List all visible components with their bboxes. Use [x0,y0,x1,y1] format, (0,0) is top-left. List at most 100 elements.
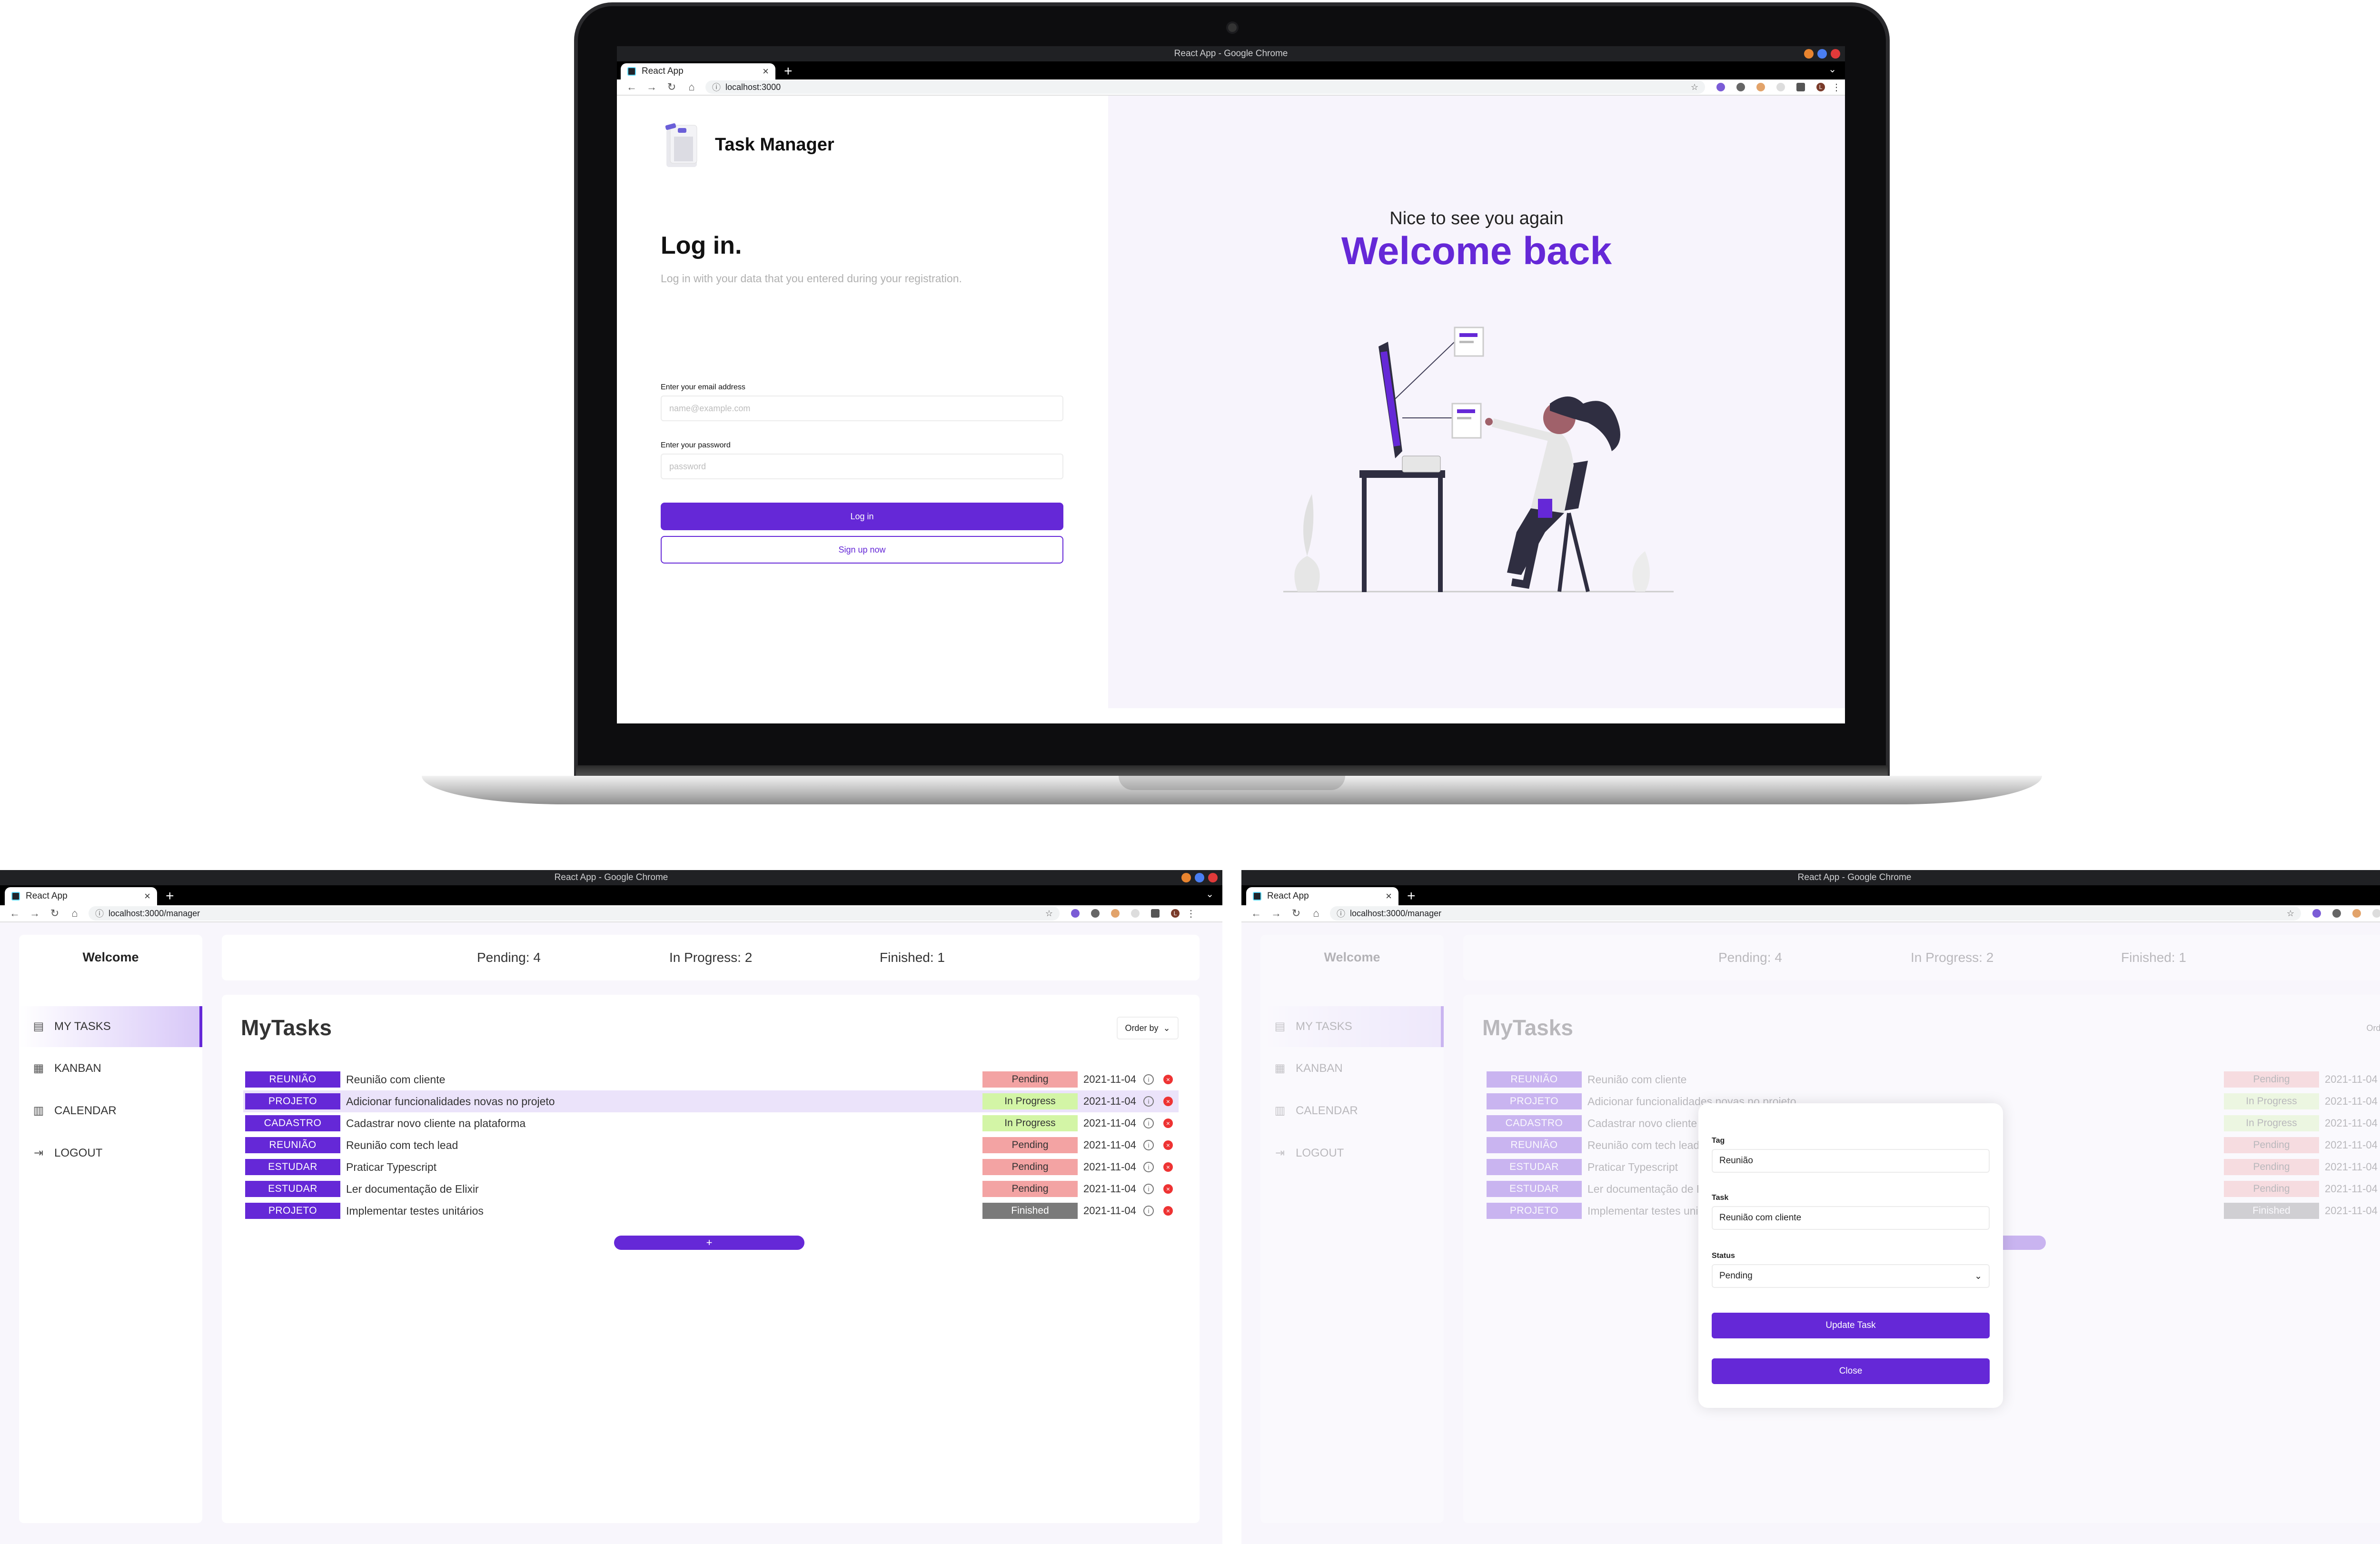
extension-icon[interactable] [1071,909,1080,918]
extension-icon[interactable] [1091,909,1100,918]
tag-field[interactable]: Reunião [1712,1149,1990,1173]
browser-menu-icon[interactable]: ⋮ [1186,908,1196,920]
sidebar-item-logout[interactable]: ⇥ LOGOUT [1260,1133,1444,1174]
task-row[interactable]: ESTUDAR Ler documentação de Elixir Pendi… [243,1178,1179,1200]
info-icon[interactable]: i [1143,1074,1154,1085]
info-icon[interactable]: i [1143,1118,1154,1128]
home-icon[interactable]: ⌂ [682,81,702,93]
sidebar-item-kanban[interactable]: ▦ KANBAN [19,1048,202,1089]
tab-close-icon[interactable]: × [144,890,150,902]
browser-tab[interactable]: React App × [621,63,775,79]
puzzle-icon[interactable] [1796,83,1805,91]
info-icon[interactable]: i [1143,1096,1154,1107]
sidebar-item-my-tasks[interactable]: ▤ MY TASKS [1260,1006,1444,1047]
delete-icon[interactable]: × [1163,1097,1173,1106]
minimize-button[interactable] [1804,49,1814,59]
task-row[interactable]: ESTUDAR Praticar Typescript Pending 2021… [243,1156,1179,1178]
extension-icon[interactable] [1131,909,1140,918]
forward-icon[interactable]: → [1266,907,1286,920]
login-button[interactable]: Log in [661,503,1063,530]
task-row[interactable]: REUNIÃO Reunião com tech lead Pending 20… [243,1134,1179,1156]
tab-close-icon[interactable]: × [763,65,769,78]
signup-button[interactable]: Sign up now [661,536,1063,564]
close-modal-button[interactable]: Close [1712,1358,1990,1384]
maximize-button[interactable] [1195,873,1204,882]
reload-icon[interactable]: ↻ [662,81,682,93]
close-window-button[interactable] [1208,873,1218,882]
forward-icon[interactable]: → [25,907,45,920]
close-window-button[interactable] [1831,49,1840,59]
back-icon[interactable]: ← [622,81,642,93]
info-icon[interactable]: i [1143,1184,1154,1194]
window-controls [1178,873,1218,882]
browser-menu-icon[interactable]: ⋮ [1832,81,1841,93]
extension-icon[interactable] [2332,909,2341,918]
extension-icon[interactable] [1756,83,1765,91]
delete-icon[interactable]: × [1163,1162,1173,1172]
task-row[interactable]: REUNIÃO Reunião com cliente Pending 2021… [1485,1069,2380,1090]
sidebar-item-my-tasks[interactable]: ▤ MY TASKS [19,1006,202,1047]
manager-browser-window: React App - Google Chrome React App × + … [0,870,1222,1544]
task-row[interactable]: PROJETO Implementar testes unitários Fin… [243,1200,1179,1222]
profile-avatar[interactable]: L [1816,83,1825,91]
tab-search-chevron-icon[interactable]: ⌄ [1206,888,1214,900]
back-icon[interactable]: ← [1246,907,1266,920]
delete-icon[interactable]: × [1163,1140,1173,1150]
email-field[interactable]: name@example.com [661,396,1063,421]
bookmark-star-icon[interactable]: ☆ [2287,909,2294,919]
sidebar-item-calendar[interactable]: ▥ CALENDAR [1260,1090,1444,1131]
extension-icon[interactable] [1736,83,1745,91]
address-bar[interactable]: ⓘ localhost:3000 ☆ [705,80,1705,94]
reload-icon[interactable]: ↻ [45,907,65,920]
back-icon[interactable]: ← [5,907,25,920]
info-icon[interactable]: i [1143,1162,1154,1172]
bookmark-star-icon[interactable]: ☆ [1045,909,1053,919]
browser-tab[interactable]: React App × [5,887,157,905]
new-tab-button[interactable]: + [784,63,793,79]
browser-tab[interactable]: React App × [1246,887,1398,905]
password-field[interactable]: password [661,454,1063,479]
extension-icon[interactable] [2312,909,2321,918]
delete-icon[interactable]: × [1163,1184,1173,1194]
bookmark-star-icon[interactable]: ☆ [1691,82,1698,92]
update-task-button[interactable]: Update Task [1712,1313,1990,1338]
reload-icon[interactable]: ↻ [1286,907,1306,920]
extension-icon[interactable] [2372,909,2380,918]
forward-icon[interactable]: → [642,81,662,93]
delete-icon[interactable]: × [1163,1118,1173,1128]
delete-icon[interactable]: × [1163,1075,1173,1084]
delete-icon[interactable]: × [1163,1206,1173,1216]
info-icon[interactable]: i [1143,1206,1154,1216]
status-select[interactable]: Pending ⌄ [1712,1264,1990,1288]
sidebar-item-kanban[interactable]: ▦ KANBAN [1260,1048,1444,1089]
site-info-icon[interactable]: ⓘ [1337,907,1345,920]
home-icon[interactable]: ⌂ [1306,907,1326,920]
task-field[interactable]: Reunião com cliente [1712,1206,1990,1230]
new-tab-button[interactable]: + [166,887,174,905]
puzzle-icon[interactable] [1151,909,1160,918]
task-row[interactable]: CADASTRO Cadastrar novo cliente na plata… [243,1112,1179,1134]
tab-search-chevron-icon[interactable]: ⌄ [1828,63,1836,75]
info-icon[interactable]: i [1143,1140,1154,1150]
task-row[interactable]: REUNIÃO Reunião com cliente Pending 2021… [243,1069,1179,1090]
task-row[interactable]: PROJETO Adicionar funcionalidades novas … [243,1090,1179,1112]
site-info-icon[interactable]: ⓘ [712,81,721,93]
minimize-button[interactable] [1181,873,1191,882]
order-by-select[interactable]: Order by ⌄ [1117,1017,1179,1039]
extension-icon[interactable] [1111,909,1120,918]
tab-close-icon[interactable]: × [1386,890,1392,902]
maximize-button[interactable] [1817,49,1827,59]
extension-icon[interactable] [1776,83,1785,91]
sidebar-item-logout[interactable]: ⇥ LOGOUT [19,1133,202,1174]
address-bar[interactable]: ⓘ localhost:3000/manager ☆ [1330,906,2301,920]
address-bar[interactable]: ⓘ localhost:3000/manager ☆ [89,906,1060,920]
add-task-button[interactable]: + [614,1236,804,1250]
new-tab-button[interactable]: + [1407,887,1416,905]
order-by-select[interactable]: Order by ⌄ [2358,1017,2380,1039]
site-info-icon[interactable]: ⓘ [95,907,104,920]
extension-icon[interactable] [2352,909,2361,918]
home-icon[interactable]: ⌂ [65,907,85,920]
profile-avatar[interactable]: L [1171,909,1180,918]
sidebar-item-calendar[interactable]: ▥ CALENDAR [19,1090,202,1131]
extension-icon[interactable] [1716,83,1725,91]
